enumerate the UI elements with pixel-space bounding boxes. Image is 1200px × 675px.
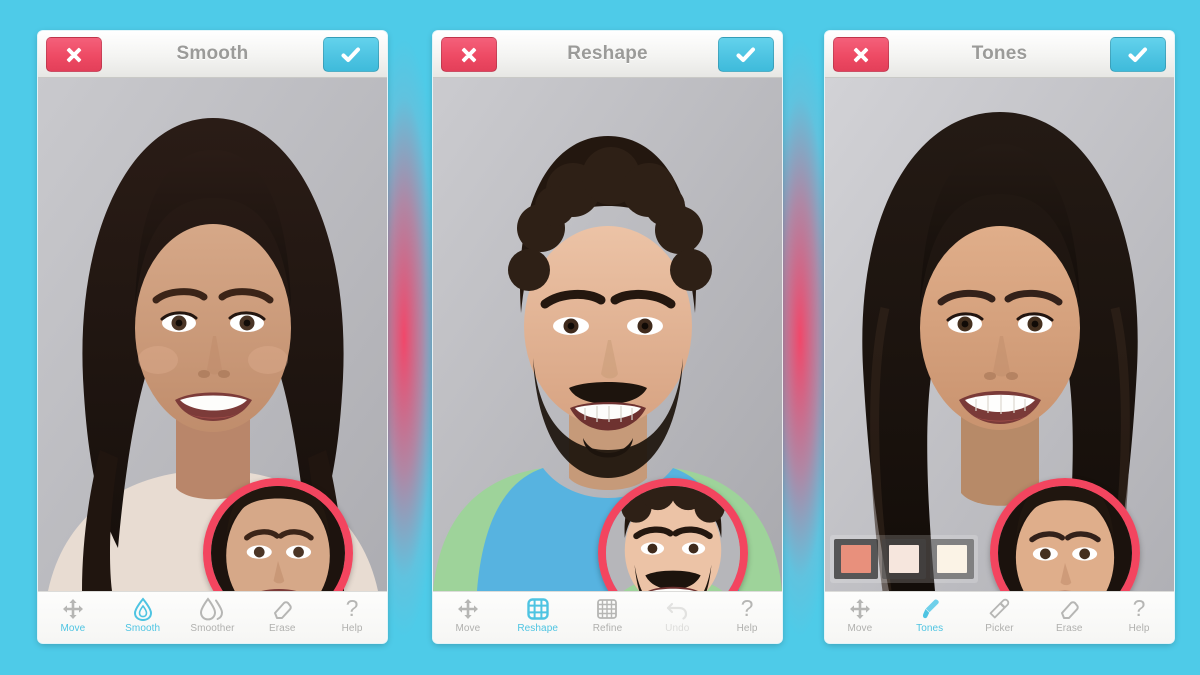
mesh-grid-icon xyxy=(526,596,550,621)
page-title: Tones xyxy=(971,43,1028,64)
svg-text:?: ? xyxy=(741,597,754,621)
close-icon xyxy=(460,46,478,64)
tool-label: Move xyxy=(455,623,481,634)
tool-undo[interactable]: Undo xyxy=(645,596,709,634)
check-icon xyxy=(1128,46,1148,64)
panel-header: Tones xyxy=(825,31,1174,78)
phone-panel-tones: Tones Move Tones Picker Erase ? Help xyxy=(825,31,1174,643)
tool-label: Smoother xyxy=(190,623,235,634)
svg-text:?: ? xyxy=(1133,597,1146,621)
tone-swatch-cream[interactable] xyxy=(930,539,974,579)
swatch-color-chip xyxy=(889,545,919,573)
bottom-toolbar: Move Tones Picker Erase ? Help xyxy=(825,591,1174,643)
page-title: Reshape xyxy=(567,43,648,64)
tool-move[interactable]: Move xyxy=(828,596,892,634)
eyedropper-icon xyxy=(987,596,1011,621)
tool-tones[interactable]: Tones xyxy=(898,596,962,634)
swatch-color-chip xyxy=(937,545,967,573)
move-arrows-icon xyxy=(62,596,84,621)
photo-canvas[interactable] xyxy=(433,78,782,591)
question-mark-icon: ? xyxy=(738,596,756,621)
tool-label: Move xyxy=(60,623,86,634)
tool-reshape[interactable]: Reshape xyxy=(506,596,570,634)
confirm-button[interactable] xyxy=(1110,37,1166,72)
phone-panel-smooth: Smooth Move Smooth Smoother Erase ? Help xyxy=(38,31,387,643)
undo-arrow-icon xyxy=(665,596,689,621)
check-icon xyxy=(341,46,361,64)
check-icon xyxy=(736,46,756,64)
tool-label: Erase xyxy=(268,623,296,634)
app-root: Smooth Move Smooth Smoother Erase ? Help… xyxy=(0,0,1200,675)
cancel-button[interactable] xyxy=(441,37,497,72)
tool-move[interactable]: Move xyxy=(436,596,500,634)
panel-header: Smooth xyxy=(38,31,387,78)
tool-label: Help xyxy=(1128,623,1150,634)
tool-label: Help xyxy=(341,623,363,634)
confirm-button[interactable] xyxy=(323,37,379,72)
tool-label: Picker xyxy=(985,623,1014,634)
tool-erase[interactable]: Erase xyxy=(250,596,314,634)
double-droplet-icon xyxy=(199,596,225,621)
bottom-toolbar: Move Reshape Refine Undo ? Help xyxy=(433,591,782,643)
droplet-icon xyxy=(132,596,154,621)
fine-grid-icon xyxy=(595,596,619,621)
tool-help[interactable]: ? Help xyxy=(1107,596,1171,635)
tool-label: Tones xyxy=(916,623,944,634)
swatch-color-chip xyxy=(841,545,871,573)
tool-smooth[interactable]: Smooth xyxy=(111,596,175,634)
photo-canvas[interactable] xyxy=(825,78,1174,591)
tool-picker[interactable]: Picker xyxy=(967,596,1031,634)
question-mark-icon: ? xyxy=(1130,596,1148,621)
tone-swatch-salmon[interactable] xyxy=(834,539,878,579)
svg-text:?: ? xyxy=(346,597,359,621)
cancel-button[interactable] xyxy=(833,37,889,72)
panel-header: Reshape xyxy=(433,31,782,78)
move-arrows-icon xyxy=(457,596,479,621)
eraser-icon xyxy=(1058,596,1080,621)
tone-swatch-tray xyxy=(830,535,978,583)
tool-label: Move xyxy=(847,623,873,634)
tool-help[interactable]: ? Help xyxy=(320,596,384,635)
bottom-toolbar: Move Smooth Smoother Erase ? Help xyxy=(38,591,387,643)
photo-canvas[interactable] xyxy=(38,78,387,591)
brush-icon xyxy=(918,596,942,621)
eraser-icon xyxy=(271,596,293,621)
confirm-button[interactable] xyxy=(718,37,774,72)
tool-label: Refine xyxy=(592,623,623,634)
tool-label: Smooth xyxy=(125,623,161,634)
tool-help[interactable]: ? Help xyxy=(715,596,779,635)
tool-erase[interactable]: Erase xyxy=(1037,596,1101,634)
close-icon xyxy=(65,46,83,64)
phone-panel-reshape: Reshape Move Reshape Refine Undo ? Help xyxy=(433,31,782,643)
close-icon xyxy=(852,46,870,64)
tool-label: Reshape xyxy=(517,623,559,634)
cancel-button[interactable] xyxy=(46,37,102,72)
move-arrows-icon xyxy=(849,596,871,621)
tool-refine[interactable]: Refine xyxy=(575,596,639,634)
tool-label: Erase xyxy=(1055,623,1083,634)
page-title: Smooth xyxy=(176,43,249,64)
tool-label: Help xyxy=(736,623,758,634)
tone-swatch-pale[interactable] xyxy=(882,539,926,579)
tool-move[interactable]: Move xyxy=(41,596,105,634)
tool-smoother[interactable]: Smoother xyxy=(180,596,244,634)
question-mark-icon: ? xyxy=(343,596,361,621)
tool-label: Undo xyxy=(665,623,690,634)
